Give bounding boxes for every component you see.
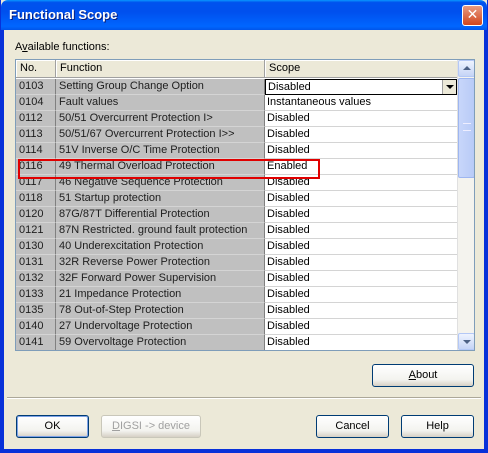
row-scope[interactable]: Disabled <box>265 287 458 303</box>
table-row[interactable]: 0141 59 Overvoltage Protection Disabled <box>16 335 458 350</box>
row-number: 0121 <box>16 223 56 239</box>
table-header: No. Function Scope <box>16 60 458 78</box>
table-row[interactable]: 0103 Setting Group Change Option Disabled <box>16 79 458 95</box>
row-function: 87N Restricted. ground fault protection <box>56 223 265 239</box>
row-number: 0120 <box>16 207 56 223</box>
row-function: Fault values <box>56 95 265 111</box>
row-function: 27 Undervoltage Protection <box>56 319 265 335</box>
separator <box>7 397 481 399</box>
row-function: 50/51 Overcurrent Protection I> <box>56 111 265 127</box>
title-bar[interactable]: Functional Scope ✕ <box>1 0 487 30</box>
row-function: 21 Impedance Protection <box>56 287 265 303</box>
table-row[interactable]: 0120 87G/87T Differential Protection Disab… <box>16 207 458 223</box>
table-row[interactable]: 0135 78 Out-of-Step Protection Disabled <box>16 303 458 319</box>
row-number: 0112 <box>16 111 56 127</box>
row-scope[interactable]: Disabled <box>265 111 458 127</box>
row-scope[interactable]: Disabled <box>265 303 458 319</box>
vertical-scrollbar[interactable] <box>457 60 474 350</box>
table-row[interactable]: 0121 87N Restricted. ground fault protect… <box>16 223 458 239</box>
row-scope[interactable]: Disabled <box>265 239 458 255</box>
row-number: 0133 <box>16 287 56 303</box>
window-frame-left <box>1 30 4 450</box>
functional-scope-dialog: Functional Scope ✕ Available functions: … <box>0 0 488 453</box>
scroll-up-icon[interactable] <box>458 60 474 77</box>
highlight-box <box>18 159 320 179</box>
row-function: 87G/87T Differential Protection <box>56 207 265 223</box>
window-frame-bottom <box>1 449 487 452</box>
table-row[interactable]: 0130 40 Underexcitation Protection Disable… <box>16 239 458 255</box>
row-function: 78 Out-of-Step Protection <box>56 303 265 319</box>
digsi-to-device-button[interactable]: DIGSI -> device <box>101 415 201 438</box>
row-number: 0132 <box>16 271 56 287</box>
row-function: 50/51/67 Overcurrent Protection I>> <box>56 127 265 143</box>
window-title: Functional Scope <box>9 7 118 22</box>
help-button[interactable]: Help <box>401 415 474 438</box>
table-row[interactable]: 0113 50/51/67 Overcurrent Protection I>> D… <box>16 127 458 143</box>
column-header-scope[interactable]: Scope <box>265 60 458 78</box>
grip-icon <box>463 123 471 131</box>
table-row[interactable]: 0118 51 Startup protection Disabled <box>16 191 458 207</box>
column-header-function[interactable]: Function <box>56 60 265 78</box>
scope-dropdown[interactable]: Disabled <box>265 79 457 95</box>
table-row[interactable]: 0104 Fault values Instantaneous values <box>16 95 458 111</box>
row-scope[interactable]: Disabled <box>265 127 458 143</box>
table-row[interactable]: 0112 50/51 Overcurrent Protection I> Disab… <box>16 111 458 127</box>
available-functions-label: Available functions: <box>15 41 110 53</box>
row-function: 32R Reverse Power Protection <box>56 255 265 271</box>
table-row[interactable]: 0140 27 Undervoltage Protection Disabled <box>16 319 458 335</box>
row-scope[interactable]: Disabled <box>265 271 458 287</box>
chevron-down-icon[interactable] <box>442 80 456 94</box>
window-frame-right <box>484 30 487 450</box>
row-number: 0130 <box>16 239 56 255</box>
functions-table: No. Function Scope 0103 Setting Group Cha… <box>15 59 475 351</box>
row-scope[interactable]: Disabled <box>265 207 458 223</box>
table-row[interactable]: 0133 21 Impedance Protection Disabled <box>16 287 458 303</box>
close-icon[interactable]: ✕ <box>462 5 483 26</box>
row-scope[interactable]: Disabled <box>265 319 458 335</box>
row-function: 32F Forward Power Supervision <box>56 271 265 287</box>
row-number: 0118 <box>16 191 56 207</box>
about-button[interactable]: About <box>372 364 474 387</box>
row-number: 0114 <box>16 143 56 159</box>
scroll-down-icon[interactable] <box>458 333 474 350</box>
row-number: 0131 <box>16 255 56 271</box>
row-number: 0135 <box>16 303 56 319</box>
row-function: Setting Group Change Option <box>56 79 265 95</box>
row-number: 0113 <box>16 127 56 143</box>
row-number: 0140 <box>16 319 56 335</box>
table-row[interactable]: 0114 51V Inverse O/C Time Protection Disab… <box>16 143 458 159</box>
row-function: 51 Startup protection <box>56 191 265 207</box>
row-scope[interactable]: Disabled <box>265 143 458 159</box>
row-scope[interactable]: Disabled <box>265 255 458 271</box>
row-number: 0104 <box>16 95 56 111</box>
ok-button[interactable]: OK <box>16 415 89 438</box>
table-row[interactable]: 0132 32F Forward Power Supervision Disable… <box>16 271 458 287</box>
table-row[interactable]: 0131 32R Reverse Power Protection Disabled <box>16 255 458 271</box>
row-function: 59 Overvoltage Protection <box>56 335 265 350</box>
row-scope[interactable]: Disabled <box>265 223 458 239</box>
row-scope[interactable]: Instantaneous values <box>265 95 458 111</box>
row-scope[interactable]: Disabled <box>265 335 458 350</box>
row-number: 0141 <box>16 335 56 350</box>
scope-dropdown-value: Disabled <box>268 81 311 93</box>
row-number: 0103 <box>16 79 56 95</box>
scrollbar-thumb[interactable] <box>458 78 474 178</box>
row-function: 51V Inverse O/C Time Protection <box>56 143 265 159</box>
column-header-no[interactable]: No. <box>16 60 56 78</box>
row-scope[interactable]: Disabled <box>265 191 458 207</box>
table-body: 0103 Setting Group Change Option Disabled 0… <box>16 79 458 350</box>
cancel-button[interactable]: Cancel <box>316 415 389 438</box>
row-function: 40 Underexcitation Protection <box>56 239 265 255</box>
